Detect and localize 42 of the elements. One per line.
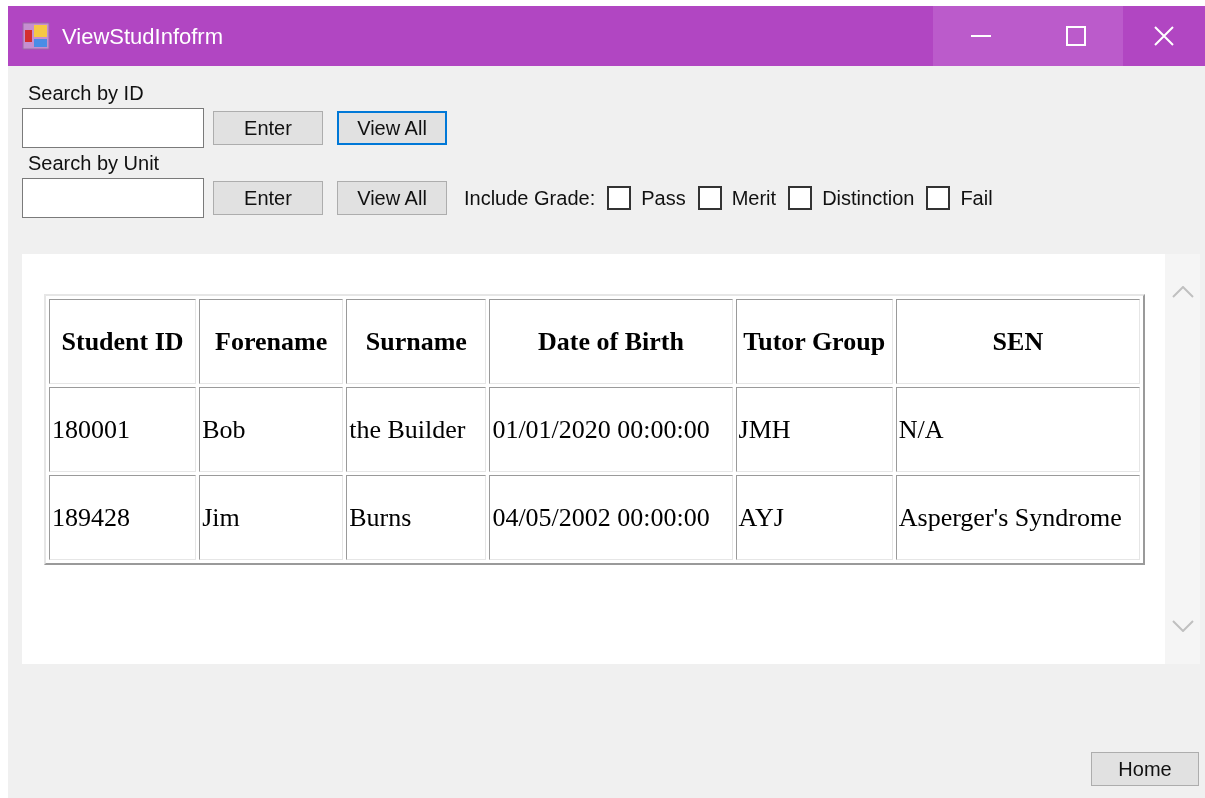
button[interactable]: View All [337,111,447,145]
table-cell: Bob [199,387,344,472]
table-cell: Burns [346,475,487,560]
button[interactable]: Enter [213,111,323,145]
app-icon [22,22,50,50]
table-cell: 189428 [49,475,197,560]
checkbox-label: Pass [641,186,686,211]
checkbox[interactable] [788,186,813,210]
table-cell: JMH [735,387,893,472]
field-label: Search by Unit [28,151,161,176]
close-icon [1154,26,1174,46]
checkbox-label: Distinction [822,186,915,211]
table-cell: 180001 [49,387,197,472]
checkbox[interactable] [926,186,951,210]
column-header: Student ID [49,299,197,384]
field-label: Search by ID [28,81,145,106]
maximize-icon [1065,26,1086,46]
table-cell: Jim [199,475,344,560]
grade-label: Include Grade: [464,186,596,211]
checkbox-label: Fail [960,186,993,211]
checkbox-label: Merit [731,186,777,211]
column-header: SEN [895,299,1140,384]
maximize-button[interactable] [1028,6,1123,66]
checkbox[interactable] [697,186,722,210]
table-cell: Asperger's Syndrome [895,475,1140,560]
checkbox[interactable] [607,186,632,210]
table-cell: N/A [895,387,1140,472]
table-cell: AYJ [735,475,893,560]
unit-search-field[interactable] [22,178,204,218]
table-cell: 04/05/2002 00:00:00 [489,475,733,560]
column-header: Date of Birth [489,299,733,384]
id-search-field[interactable] [22,108,204,148]
column-header: Tutor Group [735,299,893,384]
minimize-icon [970,35,991,37]
table-cell: the Builder [346,387,487,472]
column-header: Forename [199,299,344,384]
table-cell: 01/01/2020 00:00:00 [489,387,733,472]
window-title: ViewStudInfofrm [62,22,223,51]
home-button[interactable]: Home [1091,752,1199,786]
button[interactable]: Enter [213,181,323,215]
button[interactable]: View All [337,181,447,215]
column-header: Surname [346,299,487,384]
